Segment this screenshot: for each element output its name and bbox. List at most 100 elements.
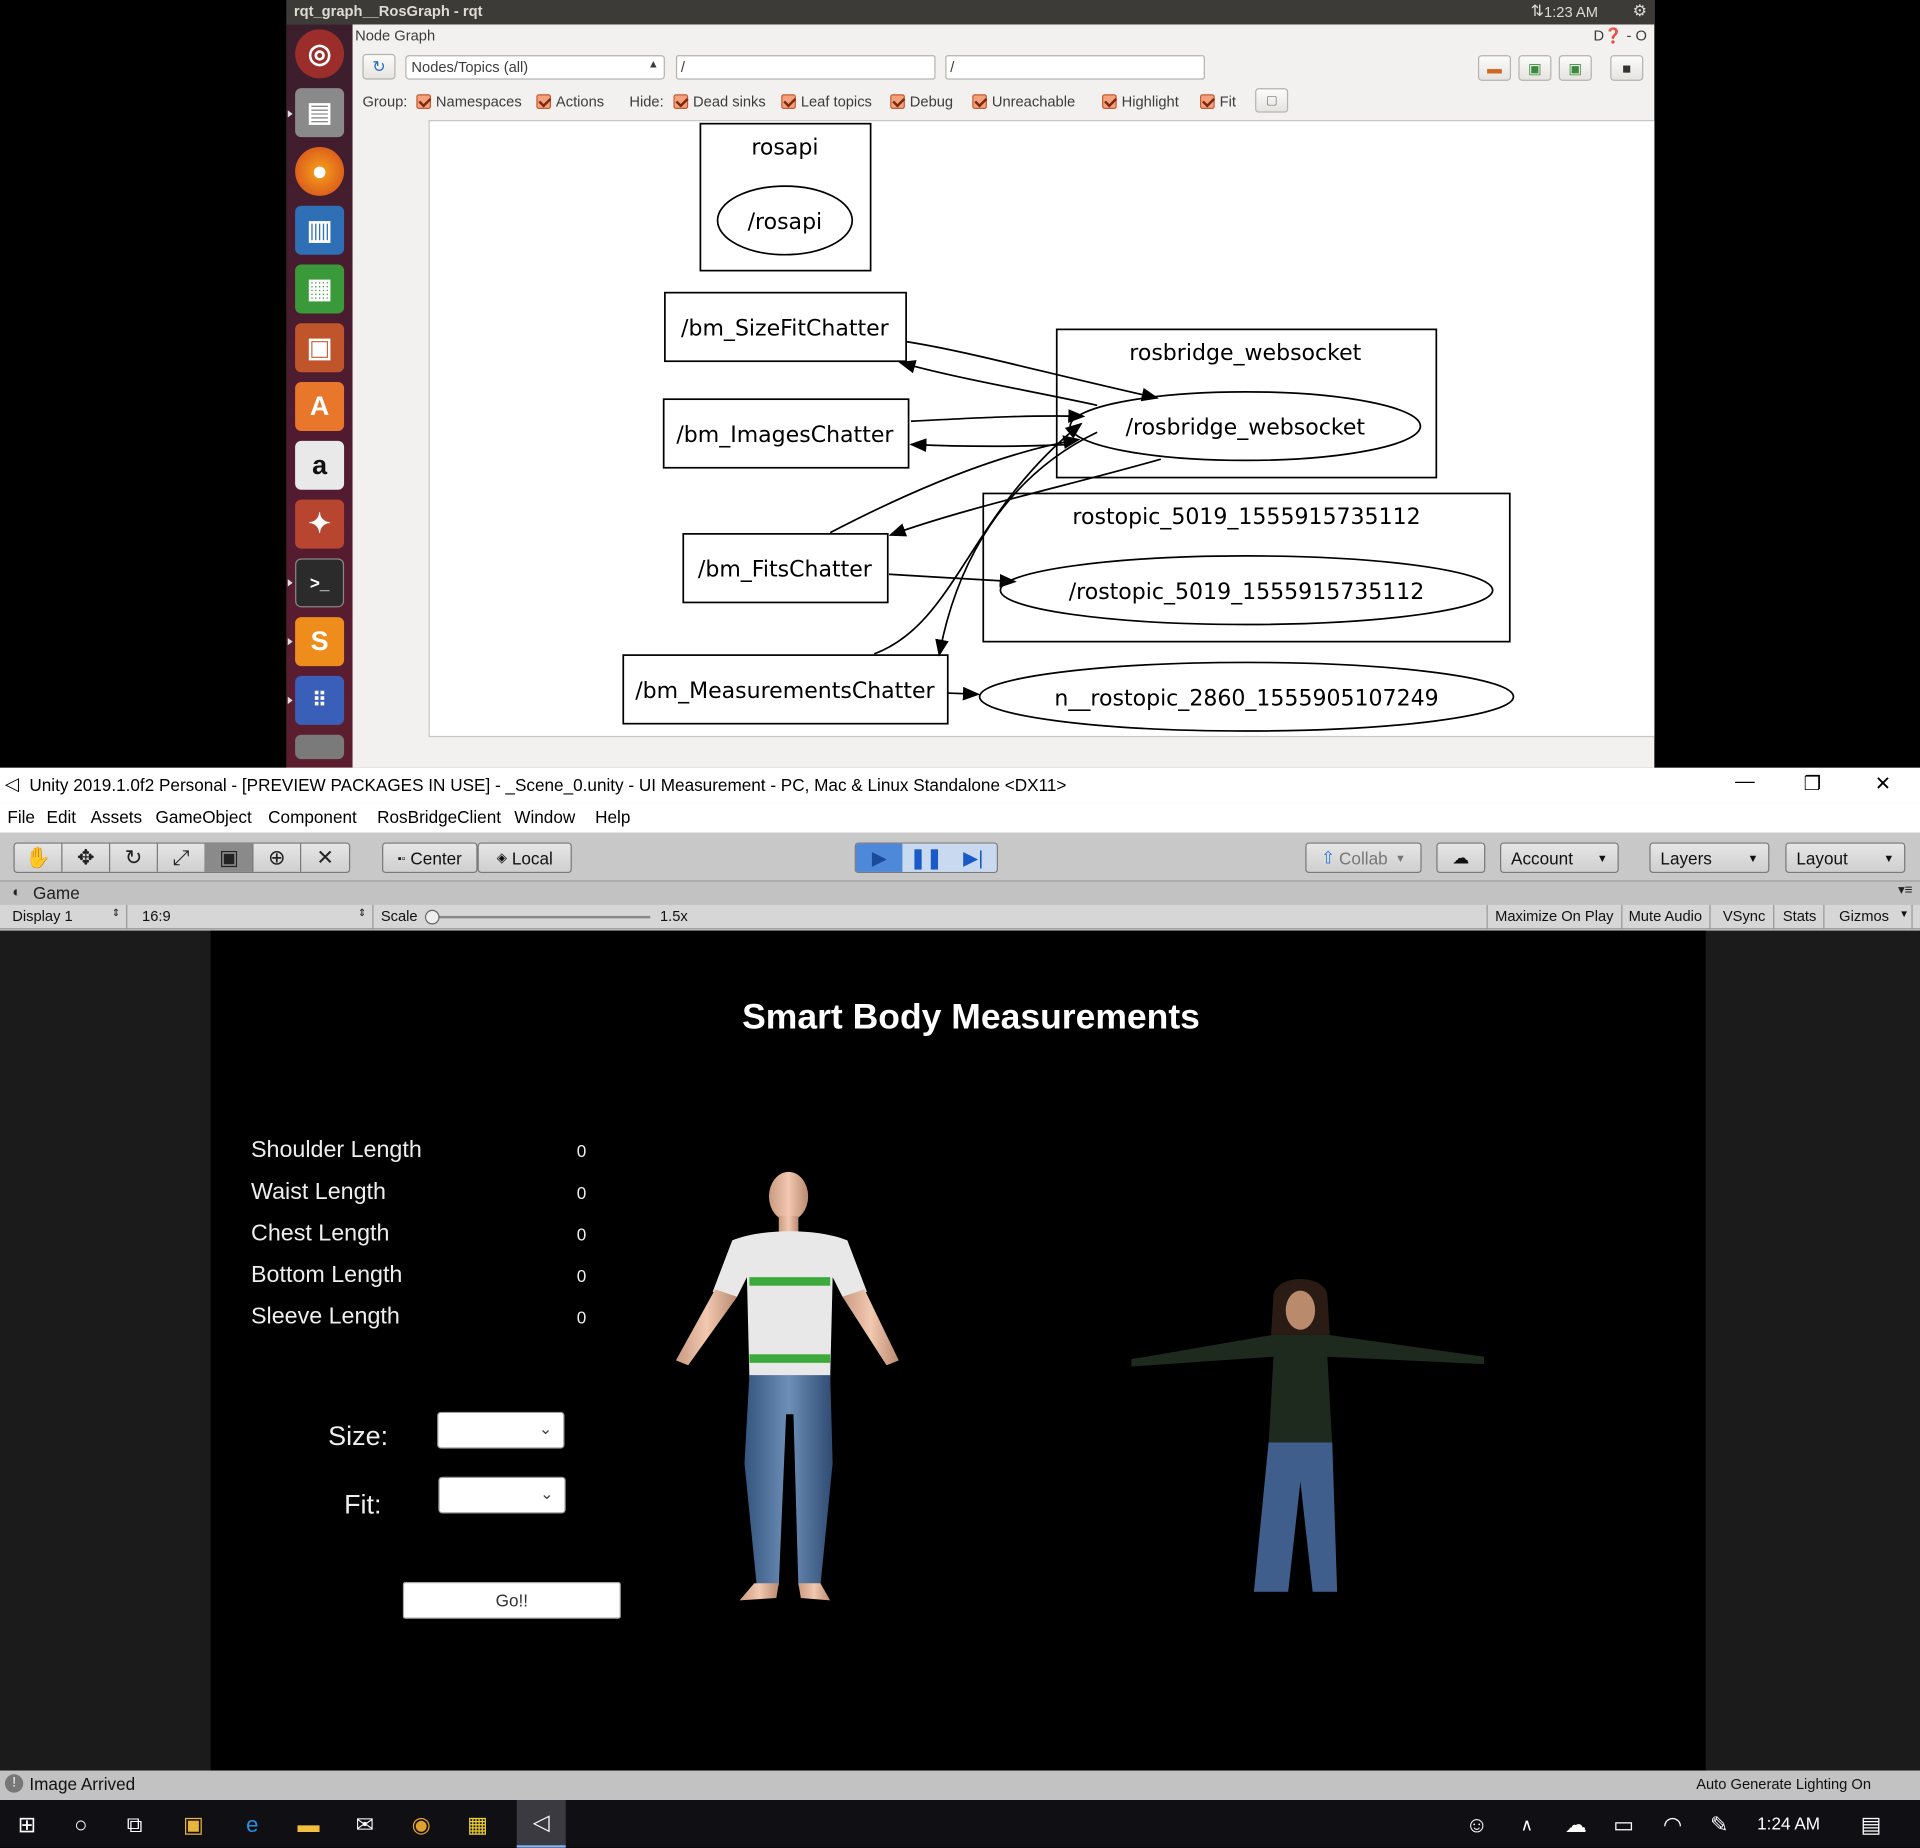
menu-gameobject[interactable]: GameObject [156, 807, 252, 827]
terminal-icon[interactable]: >_ [295, 558, 345, 608]
gear-icon[interactable]: ⚙ [1633, 1, 1647, 21]
chevron-up-icon[interactable]: ∧ [1512, 1810, 1541, 1839]
status-message[interactable]: Image Arrived [29, 1774, 135, 1794]
ns-rostopic[interactable]: rostopic_5019_1555915735112 /rostopic_50… [982, 492, 1511, 643]
leaf-topics-checkbox[interactable]: Leaf topics [781, 93, 872, 110]
topic-measurements[interactable]: /bm_MeasurementsChatter [622, 654, 949, 725]
ubuntu-dash-icon[interactable]: ◎ [295, 29, 345, 79]
pen-icon[interactable]: ✎ [1704, 1810, 1733, 1839]
settings-icon[interactable]: ✦ [295, 499, 345, 549]
namespaces-checkbox[interactable]: Namespaces [416, 93, 522, 110]
aspect-select[interactable]: 16:9 ⇕ [135, 904, 374, 930]
battery-icon[interactable]: ▭ [1609, 1810, 1638, 1839]
layers-dropdown[interactable]: Layers ▼ [1649, 842, 1770, 874]
size-dropdown[interactable]: ⌄ [437, 1411, 565, 1449]
unreachable-checkbox[interactable]: Unreachable [972, 93, 1075, 110]
workspaces-icon[interactable]: ⠿ [295, 675, 345, 725]
file-explorer-icon[interactable]: ▬ [294, 1810, 323, 1839]
writer-icon[interactable]: ▥ [295, 205, 345, 255]
stats-toggle[interactable]: Stats [1776, 904, 1825, 930]
menu-assets[interactable]: Assets [91, 807, 142, 827]
chrome-icon[interactable]: ◉ [407, 1810, 436, 1839]
system-clock[interactable]: 1:23 AM [1544, 4, 1598, 21]
search-icon[interactable]: ○ [66, 1810, 95, 1839]
mute-audio-toggle[interactable]: Mute Audio [1621, 904, 1711, 930]
node-graph-canvas[interactable]: rosapi /rosapi /bm_SizeFitChatter /bm_Im… [428, 120, 1655, 738]
amazon-icon[interactable]: a [295, 440, 345, 490]
services-button[interactable]: ☁ [1436, 842, 1486, 874]
hand-tool-icon[interactable]: ✋ [15, 843, 63, 872]
play-icon[interactable]: ▶ [855, 843, 903, 872]
fit-view-button[interactable]: ▢ [1255, 88, 1289, 113]
highlight-checkbox[interactable]: Highlight [1102, 93, 1179, 110]
menu-component[interactable]: Component [268, 807, 357, 827]
save-dot-button[interactable]: ▣ [1518, 55, 1552, 81]
people-icon[interactable]: ☺ [1462, 1810, 1491, 1839]
debug-checkbox[interactable]: Debug [890, 93, 953, 110]
actions-checkbox[interactable]: Actions [536, 93, 604, 110]
ns-rosapi[interactable]: rosapi /rosapi [699, 122, 872, 272]
pivot-center-button[interactable]: ▪▫ Center [382, 842, 478, 874]
refresh-graph-button[interactable]: ↻ [362, 53, 396, 80]
mail-icon[interactable]: ✉ [350, 1810, 379, 1839]
notifications-icon[interactable]: ▤ [1856, 1810, 1885, 1839]
step-icon[interactable]: ▶| [949, 843, 997, 872]
menu-file[interactable]: File [7, 807, 35, 827]
task-view-icon[interactable]: ⧉ [120, 1810, 149, 1839]
store-icon[interactable]: ▣ [179, 1810, 208, 1839]
display-select[interactable]: Display 1 ⇕ [5, 904, 128, 930]
pivot-local-button[interactable]: ◈ Local [477, 842, 572, 874]
rect-tool-icon[interactable]: ▣ [205, 843, 254, 872]
calc-icon[interactable]: ▦ [295, 264, 345, 314]
taskbar-clock[interactable]: 1:24 AM [1757, 1813, 1820, 1833]
maximize-on-play-toggle[interactable]: Maximize On Play [1486, 904, 1623, 930]
save-image-button[interactable]: ■ [1610, 55, 1644, 81]
dead-sinks-checkbox[interactable]: Dead sinks [673, 93, 766, 110]
account-dropdown[interactable]: Account ▼ [1500, 842, 1619, 874]
tab-menu-icon[interactable]: ▾≡ [1898, 882, 1913, 898]
windows-start-icon[interactable]: ⊞ [12, 1810, 41, 1839]
close-icon[interactable]: ✕ [1875, 771, 1891, 795]
edge-icon[interactable]: e [238, 1810, 267, 1839]
minimize-icon[interactable]: — [1735, 771, 1755, 793]
app-icon[interactable]: ▦ [463, 1810, 492, 1839]
files-icon[interactable]: ▤ [295, 88, 345, 138]
unity-taskbar-icon[interactable]: ◁ [516, 1800, 566, 1848]
view-mode-select[interactable]: Nodes/Topics (all) ▲ [405, 55, 665, 80]
fit-checkbox[interactable]: Fit [1200, 93, 1236, 110]
scale-tool-icon[interactable]: ⤢ [158, 843, 206, 872]
custom-tool-icon[interactable]: ✕ [301, 844, 349, 872]
pause-icon[interactable]: ❚❚ [902, 843, 950, 872]
software-center-icon[interactable]: A [295, 382, 345, 432]
wifi-icon[interactable]: ◠ [1658, 1810, 1687, 1839]
trash-icon[interactable] [295, 734, 345, 760]
network-icon[interactable]: ⇅ [1531, 1, 1544, 21]
node-n-rostopic[interactable]: n__rostopic_2860_1555905107249 [978, 661, 1515, 732]
rotate-tool-icon[interactable]: ↻ [110, 843, 158, 872]
transform-tool-icon[interactable]: ⊕ [253, 843, 302, 872]
sublime-icon[interactable]: S [295, 617, 345, 667]
scale-slider-thumb[interactable] [424, 909, 440, 925]
firefox-icon[interactable]: ● [295, 146, 345, 196]
load-dot-button[interactable]: ▬ [1477, 55, 1512, 81]
save-svg-button[interactable]: ▣ [1558, 55, 1592, 81]
menu-help[interactable]: Help [595, 807, 630, 827]
topic-images[interactable]: /bm_ImagesChatter [662, 398, 910, 469]
layout-dropdown[interactable]: Layout ▼ [1785, 842, 1906, 874]
menu-window[interactable]: Window [514, 807, 575, 827]
ns-rosbridge[interactable]: rosbridge_websocket /rosbridge_websocket [1055, 328, 1438, 479]
topic-sizefit[interactable]: /bm_SizeFitChatter [664, 291, 907, 363]
tab-game[interactable]: Game [33, 883, 80, 903]
impress-icon[interactable]: ▣ [295, 323, 345, 373]
topic-filter-input[interactable]: / [945, 55, 1205, 80]
menu-edit[interactable]: Edit [47, 807, 77, 827]
topic-fits[interactable]: /bm_FitsChatter [682, 533, 889, 604]
menu-rosbridgeclient[interactable]: RosBridgeClient [377, 807, 501, 827]
node-filter-input[interactable]: / [675, 55, 936, 80]
plugin-controls[interactable]: D❓ - O [1594, 27, 1647, 44]
restore-icon[interactable]: ❐ [1804, 771, 1822, 795]
gizmos-dropdown[interactable]: Gizmos ▼ [1832, 904, 1913, 930]
move-tool-icon[interactable]: ✥ [62, 843, 111, 872]
collab-button[interactable]: ⇧ Collab ▼ [1305, 842, 1422, 874]
go-button[interactable]: Go!! [402, 1582, 621, 1619]
